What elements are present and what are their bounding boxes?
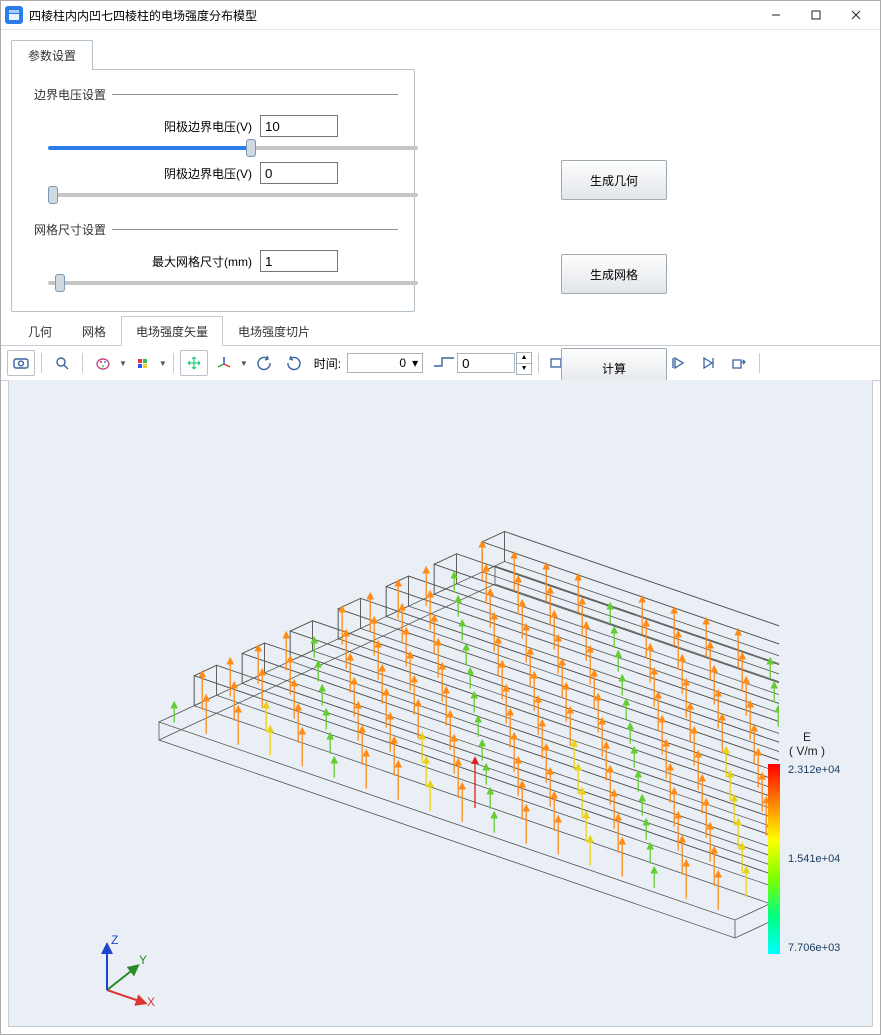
top-area: 参数设置 边界电压设置 阳极边界电压(V) 阴极边界电压(V) [1,30,880,316]
field-vector-plot [119,520,779,950]
time-label: 时间: [314,355,341,372]
result-tab-mesh[interactable]: 网格 [67,316,121,346]
move-icon[interactable] [180,350,208,376]
result-tab-slice[interactable]: 电场强度切片 [223,316,325,346]
window-title: 四棱柱内内凹七四棱柱的电场强度分布模型 [29,7,257,24]
generate-mesh-button[interactable]: 生成网格 [561,254,667,294]
mesh-section-title: 网格尺寸设置 [28,221,112,238]
mesh-size-input[interactable] [260,250,338,272]
generate-geometry-button[interactable]: 生成几何 [561,160,667,200]
paint-dropdown[interactable]: ▼ [89,350,127,376]
titlebar: 四棱柱内内凹七四棱柱的电场强度分布模型 [1,1,880,30]
result-tabs: 几何 网格 电场强度矢量 电场强度切片 [1,316,880,346]
cathode-voltage-label: 阴极边界电压(V) [164,165,252,182]
step-forward-icon[interactable] [665,350,693,376]
mesh-size-label: 最大网格尺寸(mm) [152,253,252,270]
cathode-voltage-input[interactable] [260,162,338,184]
step-icon [433,356,455,371]
result-tab-geom[interactable]: 几何 [13,316,67,346]
params-panel: 边界电压设置 阳极边界电压(V) 阴极边界电压(V) 网格尺寸设置 [11,69,415,312]
legend-min: 7.706e+03 [788,942,840,954]
app-window: 四棱柱内内凹七四棱柱的电场强度分布模型 参数设置 边界电压设置 阳极边界电压(V… [0,0,881,1035]
voltage-section-title: 边界电压设置 [28,86,112,103]
anode-voltage-input[interactable] [260,115,338,137]
viewer-canvas[interactable]: E ( V/m ) 2.312e+04 1.541e+04 7.706e+03 [8,380,873,1027]
legend-mid: 1.541e+04 [788,853,840,865]
export-icon[interactable] [725,350,753,376]
time-select[interactable]: 0▾ [347,353,423,373]
svg-text:Y: Y [139,953,147,967]
anode-voltage-slider[interactable] [48,146,418,150]
tab-params[interactable]: 参数设置 [11,40,93,70]
camera-icon[interactable] [7,350,35,376]
zoom-icon[interactable] [48,350,76,376]
rotate-ccw-icon[interactable] [250,350,278,376]
axis-triad: X Y Z [87,930,167,1010]
time-step-down[interactable]: ▼ [516,364,532,375]
result-tab-vector[interactable]: 电场强度矢量 [121,316,223,346]
time-step-up[interactable]: ▲ [516,352,532,364]
color-legend: E ( V/m ) 2.312e+04 1.541e+04 7.706e+03 [762,730,852,954]
viewer-toolbar: ▼ ▼ ▼ 时间: 0▾ ▲ ▼ [1,346,880,381]
minimize-button[interactable] [756,1,796,29]
legend-max: 2.312e+04 [788,764,840,776]
svg-text:X: X [147,995,155,1009]
maximize-button[interactable] [796,1,836,29]
cube-dropdown[interactable]: ▼ [129,350,167,376]
cathode-voltage-slider[interactable] [48,193,418,197]
axes-dropdown[interactable]: ▼ [210,350,248,376]
legend-colorbar [768,764,780,954]
app-icon [5,6,23,24]
legend-title: E [762,730,852,744]
close-button[interactable] [836,1,876,29]
mesh-size-slider[interactable] [48,281,418,285]
legend-unit: ( V/m ) [762,744,852,758]
anode-voltage-label: 阳极边界电压(V) [164,118,252,135]
rotate-cw-icon[interactable] [280,350,308,376]
svg-text:Z: Z [111,933,118,947]
skip-end-icon[interactable] [695,350,723,376]
time-step-input[interactable] [457,353,515,373]
